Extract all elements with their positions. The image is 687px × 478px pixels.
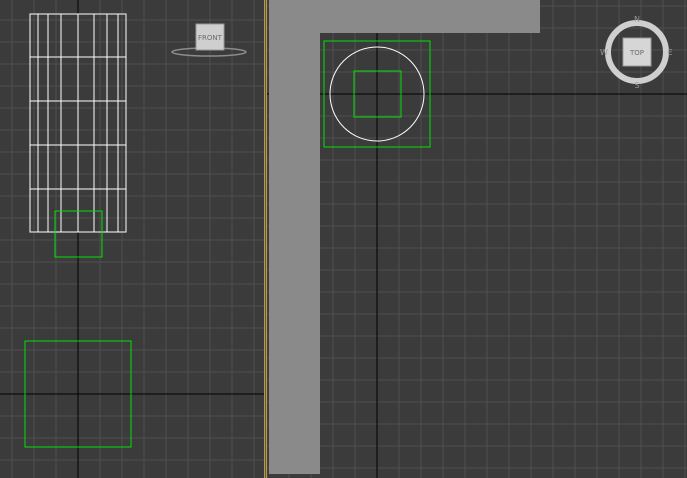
top-grid xyxy=(267,0,687,478)
compass-south[interactable]: S xyxy=(634,81,639,90)
top-view-cube[interactable]: TOP N S E W xyxy=(600,15,672,90)
front-cube-label: FRONT xyxy=(198,34,223,42)
compass-east[interactable]: E xyxy=(667,48,672,57)
top-cube-label: TOP xyxy=(629,49,644,57)
front-grid xyxy=(0,0,264,478)
compass-north[interactable]: N xyxy=(634,15,640,24)
front-view-cube[interactable]: FRONT xyxy=(171,23,247,57)
front-viewport-scene[interactable]: FRONT xyxy=(0,0,264,478)
front-viewport[interactable]: FRONT xyxy=(0,0,264,478)
wireframe-cylinder-object[interactable] xyxy=(29,13,127,233)
l-shaped-wall-object[interactable] xyxy=(269,0,540,474)
compass-west[interactable]: W xyxy=(600,48,608,57)
top-viewport[interactable]: TOP N S E W xyxy=(267,0,687,478)
top-viewport-scene[interactable]: TOP N S E W xyxy=(267,0,687,478)
